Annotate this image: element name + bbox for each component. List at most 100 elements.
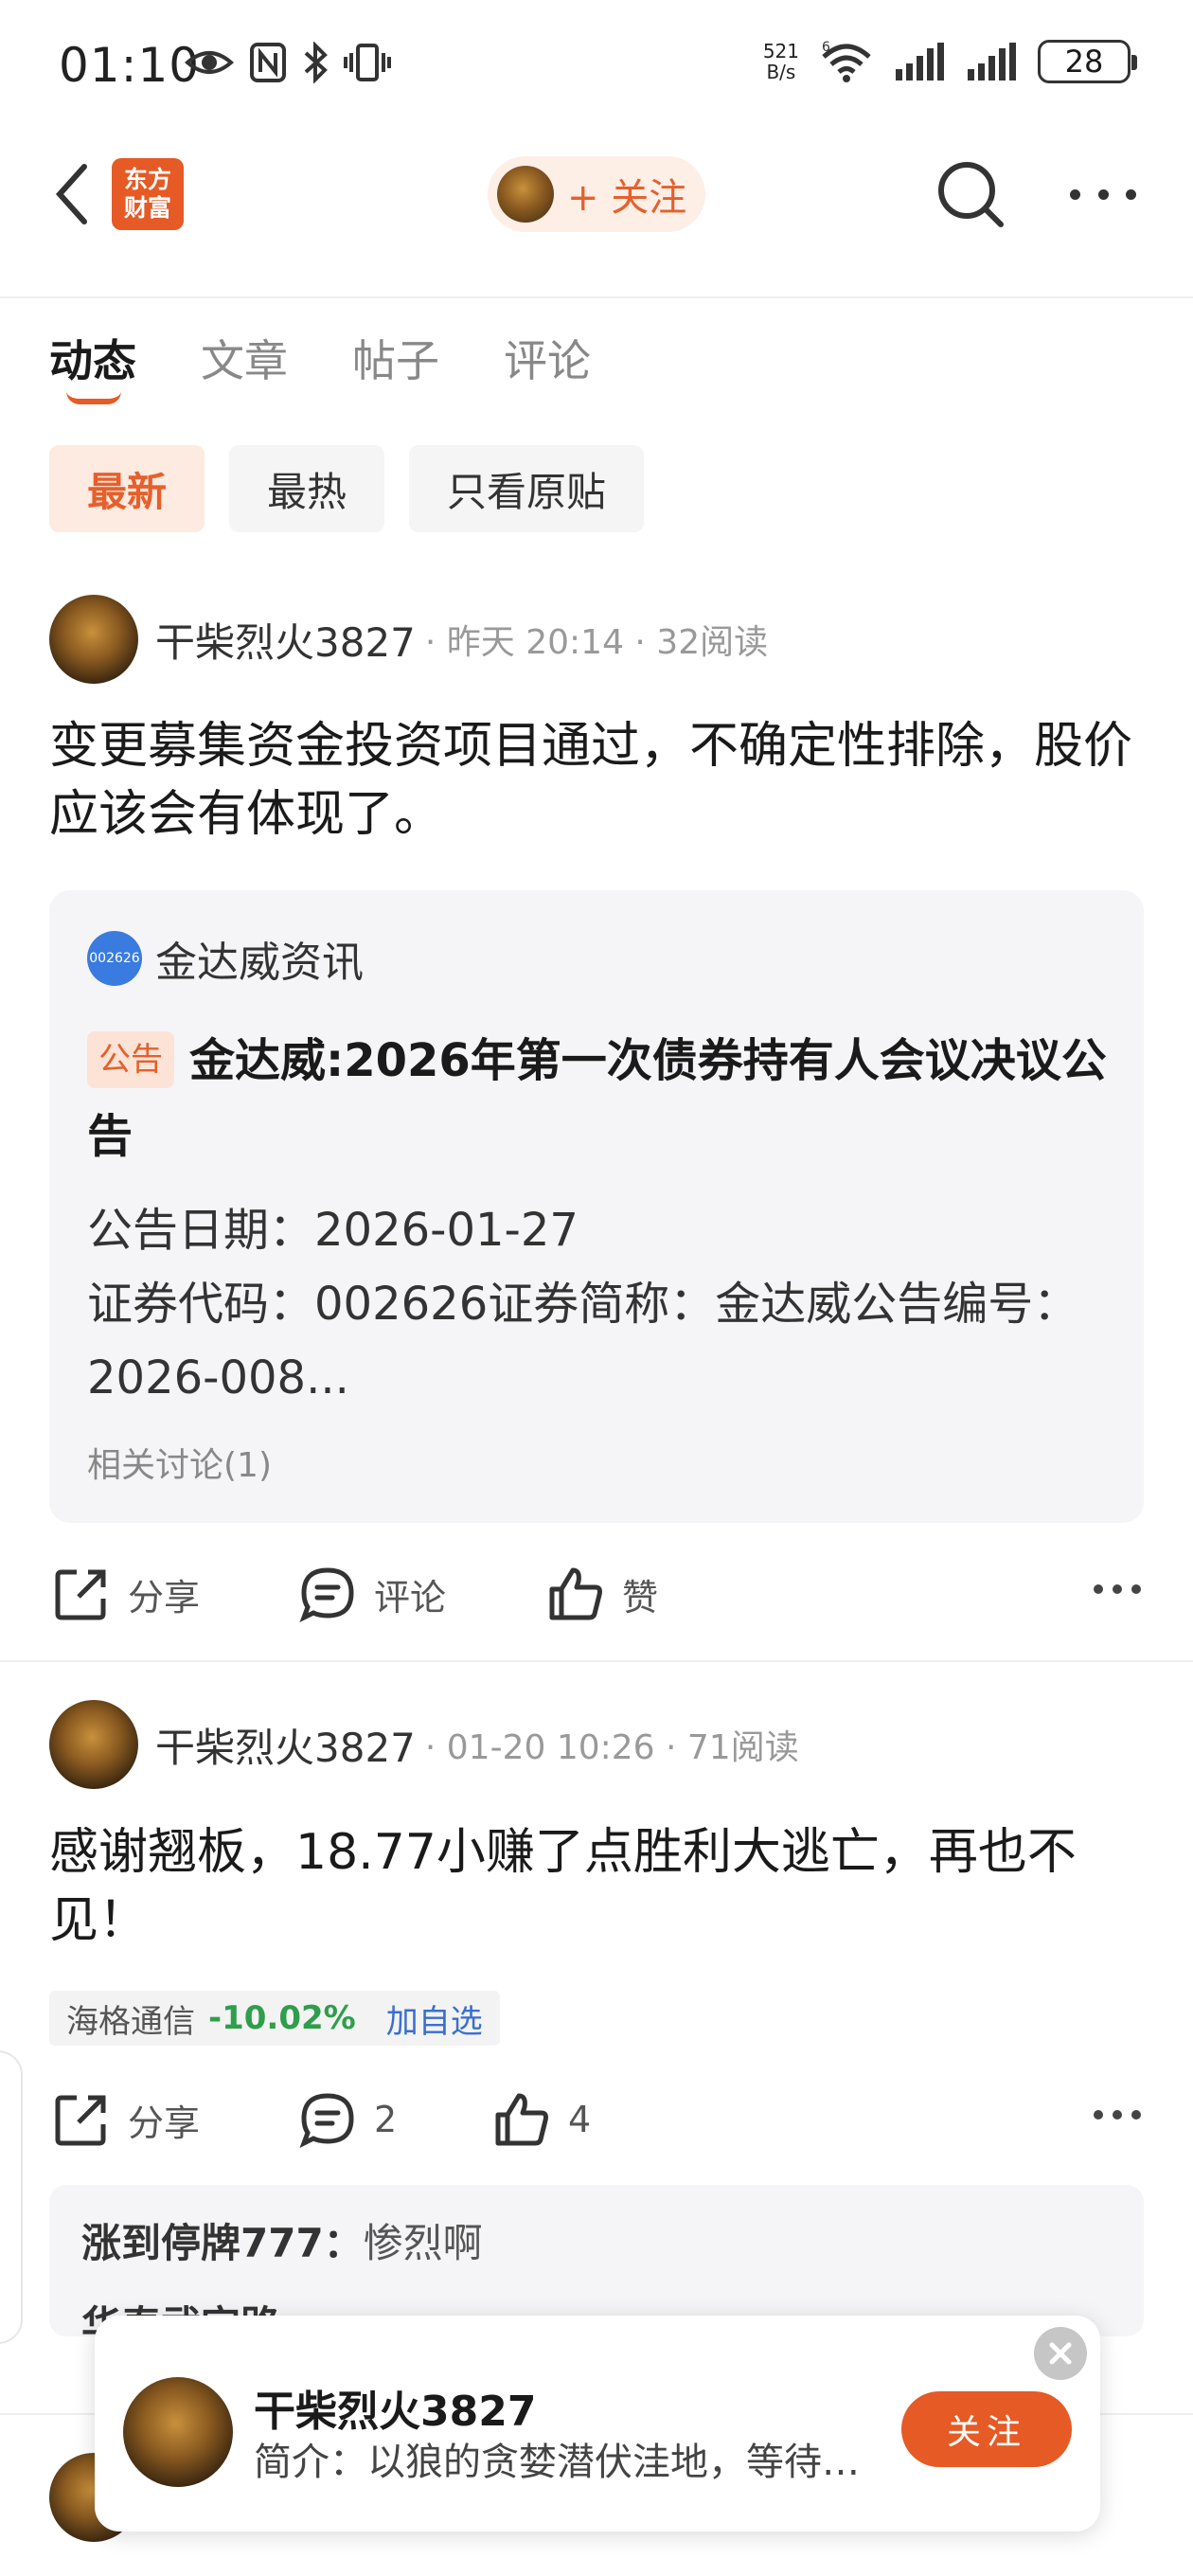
post-more-button[interactable]: [1094, 1584, 1141, 1594]
more-options-button[interactable]: [1070, 166, 1136, 223]
post-header: 干柴烈火3827 · 昨天 20:14 · 32阅读: [49, 595, 768, 684]
filter-hottest[interactable]: 最热: [229, 445, 385, 532]
comment-label: 评论: [374, 1576, 447, 1619]
announcement-badge: 公告: [87, 1031, 174, 1088]
tab-dynamics[interactable]: 动态: [49, 327, 136, 404]
stock-tag[interactable]: 海格通信 -10.02% 加自选: [49, 1991, 500, 2046]
tab-posts[interactable]: 帖子: [352, 327, 439, 389]
tab-articles[interactable]: 文章: [201, 327, 288, 389]
popup-bio: 简介：以狼的贪婪潜伏洼地，等待…: [254, 2441, 860, 2484]
post-meta: · 昨天 20:14 · 32阅读: [424, 623, 769, 662]
tab-label: 动态: [49, 335, 136, 386]
post-text[interactable]: 变更募集资金投资项目通过，不确定性排除，股价应该会有体现了。: [49, 712, 1148, 849]
logo-line2: 财富: [123, 194, 171, 222]
search-button[interactable]: [933, 156, 1008, 232]
thumbs-up-icon: [495, 2093, 548, 2146]
close-icon: [1049, 2342, 1072, 2365]
sort-filters: 最新 最热 只看原贴: [49, 445, 645, 532]
comment-icon: [299, 2093, 354, 2149]
author-avatar[interactable]: [49, 1700, 138, 1789]
popup-name[interactable]: 干柴烈火3827: [254, 2377, 536, 2438]
status-bar: 01:10 521 B/s 6 28: [0, 0, 1193, 137]
post-author[interactable]: 干柴烈火3827: [155, 611, 416, 669]
top-header: 东方 财富 + 关注: [0, 137, 1193, 298]
announcement-card[interactable]: 002626 金达威资讯 公告 金达威:2026年第一次债券持有人会议决议公告 公…: [49, 890, 1144, 1523]
tab-label: 文章: [201, 335, 288, 386]
status-time: 01:10: [59, 38, 201, 93]
card-title-text: 金达威:2026年第一次债券持有人会议决议公告: [87, 1034, 1107, 1163]
tab-comments[interactable]: 评论: [504, 327, 591, 389]
network-speed: 521 B/s: [763, 41, 799, 82]
comment-button[interactable]: 评论: [298, 1556, 446, 1632]
content-tabs: 动态 文章 帖子 评论: [49, 327, 591, 404]
like-button[interactable]: 4: [492, 2082, 591, 2157]
post-actions: 分享 评论 赞: [52, 1556, 1141, 1632]
bluetooth-icon: [304, 42, 328, 83]
more-dot: [1113, 1584, 1122, 1594]
vibrate-icon: [344, 44, 391, 81]
popup-follow-button[interactable]: 关注: [901, 2391, 1072, 2467]
card-body: 公告日期：2026-01-27 证券代码：002626证券简称：金达威公告编号：…: [87, 1193, 1110, 1415]
like-count: 4: [568, 2099, 592, 2140]
follow-suggestion-popup: 干柴烈火3827 简介：以狼的贪婪潜伏洼地，等待… 关注: [95, 2316, 1100, 2531]
share-icon: [55, 2095, 106, 2146]
filter-latest[interactable]: 最新: [49, 445, 205, 532]
post-header: 干柴烈火3827 · 01-20 10:26 · 71阅读: [49, 1700, 799, 1789]
post-more-button[interactable]: [1094, 2110, 1141, 2120]
card-body-line: 证券代码：002626证券简称：金达威公告编号：2026-008...: [87, 1278, 1079, 1404]
popup-close-button[interactable]: [1034, 2327, 1087, 2380]
comment-count: 2: [374, 2099, 398, 2140]
more-dot: [1113, 2110, 1122, 2120]
share-button[interactable]: 分享: [52, 1556, 200, 1632]
more-dot: [1131, 2110, 1141, 2120]
post-actions: 分享 2 4: [52, 2082, 1141, 2157]
related-discussions-link[interactable]: 相关讨论(1): [87, 1438, 272, 1487]
status-icons-right: 521 B/s 6 28: [763, 40, 1137, 83]
nfc-icon: [250, 43, 286, 82]
signal-icon-1: [896, 43, 944, 80]
net-speed-value: 521: [762, 40, 799, 63]
post-divider: [0, 1660, 1193, 1662]
comment-user[interactable]: 涨到停牌777：: [81, 2220, 364, 2266]
header-follow-button[interactable]: + 关注: [488, 156, 705, 232]
more-dot: [1070, 188, 1080, 200]
more-dot: [1126, 188, 1136, 200]
back-button[interactable]: [43, 156, 99, 232]
stock-change: -10.02%: [208, 1999, 356, 2037]
thumbs-up-icon: [549, 1567, 602, 1620]
share-icon: [55, 1569, 106, 1620]
app-logo[interactable]: 东方 财富: [112, 158, 184, 230]
source-logo: 002626: [87, 931, 142, 986]
post-meta: · 01-20 10:26 · 71阅读: [424, 1728, 799, 1767]
share-label: 分享: [128, 2102, 201, 2144]
share-label: 分享: [128, 1576, 201, 1619]
search-icon: [938, 162, 1004, 227]
share-button[interactable]: 分享: [52, 2082, 200, 2157]
comment-icon: [299, 1567, 354, 1623]
chevron-left-icon: [55, 164, 87, 224]
comment-button[interactable]: 2: [298, 2082, 397, 2157]
tab-label: 评论: [504, 335, 591, 386]
status-icons-left: [185, 42, 391, 83]
side-drawer-handle[interactable]: [0, 2050, 23, 2344]
wifi-badge: 6: [822, 40, 830, 55]
filter-original-only[interactable]: 只看原贴: [409, 445, 645, 532]
battery-indicator: 28: [1038, 40, 1137, 83]
popup-avatar[interactable]: [123, 2377, 233, 2487]
stock-name: 海格通信: [66, 2002, 195, 2041]
more-dot: [1097, 188, 1109, 200]
follow-label: + 关注: [567, 176, 687, 220]
post-text[interactable]: 感谢翘板，18.77小赚了点胜利大逃亡，再也不见！: [49, 1818, 1148, 1955]
author-avatar[interactable]: [49, 595, 138, 684]
card-source: 002626 金达威资讯: [87, 928, 364, 989]
source-name: 金达威资讯: [155, 939, 364, 987]
logo-line1: 东方: [123, 166, 171, 193]
net-speed-unit: B/s: [766, 61, 796, 83]
add-to-watchlist-button[interactable]: 加自选: [386, 1995, 483, 2042]
comment-item: 涨到停牌777：惨烈啊: [81, 2211, 483, 2269]
post-author[interactable]: 干柴烈火3827: [155, 1716, 416, 1774]
like-button[interactable]: 赞: [546, 1556, 658, 1632]
more-dot: [1094, 2110, 1103, 2120]
comment-preview[interactable]: 涨到停牌777：惨烈啊 华泰武定路: [49, 2185, 1144, 2336]
eye-icon: [185, 51, 234, 74]
